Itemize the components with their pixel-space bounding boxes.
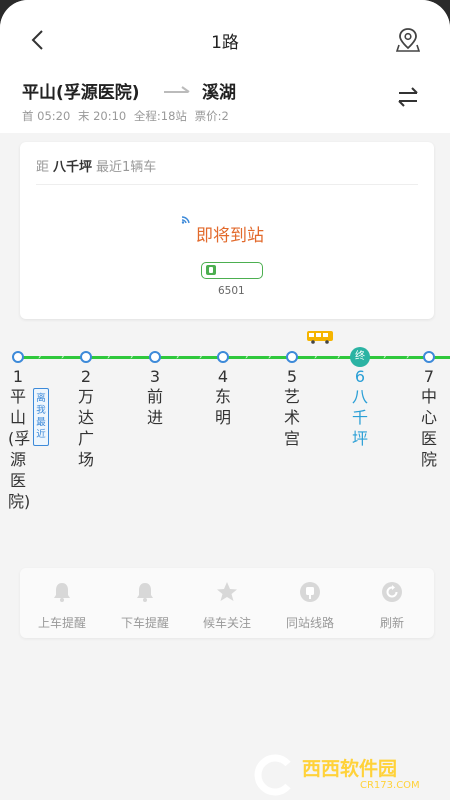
direction-chevron: › [406, 352, 410, 361]
watermark-c-icon [254, 754, 291, 796]
signal-icon [181, 216, 190, 224]
stop-number: 1 [12, 367, 24, 386]
stop-marker[interactable] [217, 351, 229, 363]
refresh-button[interactable]: 刷新 [357, 580, 427, 630]
direction-chevron: › [337, 352, 341, 361]
stop-name[interactable]: 艺术宫 [282, 386, 302, 449]
stop-name[interactable]: 平山(孚源医院) [8, 386, 30, 512]
board-reminder-button[interactable]: 上车提醒 [27, 580, 97, 630]
stop-number: 5 [286, 367, 298, 386]
stop-number: 3 [149, 367, 161, 386]
direction-chevron: › [383, 352, 387, 361]
stop-name[interactable]: 中心医院 [419, 386, 439, 470]
last-bus-time: 末 20:10 [77, 109, 127, 123]
watermark-logo: 西西软件园 CR173.COM [250, 750, 450, 800]
alight-reminder-button[interactable]: 下车提醒 [110, 580, 180, 630]
stop-marker[interactable] [80, 351, 92, 363]
fare: 票价:2 [194, 109, 229, 123]
direction-chevron: › [314, 352, 318, 361]
stop-name[interactable]: 万达广场 [76, 386, 96, 470]
route-destination: 溪湖 [202, 83, 236, 103]
bell-icon [54, 583, 70, 602]
app-screen: 1路 平山(孚源医院) 溪湖 首 05:20 末 20:10 全程:18站 票价… [0, 0, 450, 800]
alight-reminder-label: 下车提醒 [120, 616, 169, 630]
watermark-domain: CR173.COM [360, 780, 420, 791]
route-info: 首 05:20 末 20:10 全程:18站 票价:2 [22, 108, 233, 124]
bus-icon[interactable] [306, 330, 334, 344]
direction-chevron: › [107, 352, 111, 361]
route-origin: 平山(孚源医院) [22, 83, 140, 103]
arrival-status: 即将到站 [196, 226, 264, 246]
stop-marker[interactable] [12, 351, 24, 363]
direction-chevron: › [199, 352, 203, 361]
person-icon [206, 265, 216, 275]
navigation-bar: 1路 [0, 20, 450, 60]
stop-name[interactable]: 前进 [145, 386, 165, 428]
direction-chevron: › [38, 352, 42, 361]
refresh-icon [382, 582, 402, 602]
page-title: 1路 [211, 33, 239, 53]
watermark-brand: 西西软件园 [302, 758, 398, 780]
stop-name[interactable]: 八千坪 [350, 386, 370, 449]
stop-marker[interactable] [423, 351, 435, 363]
star-icon [217, 582, 237, 601]
stop-number: 6 [354, 367, 366, 386]
watch-label: 候车关注 [202, 616, 251, 630]
nearest-bus-text: 最近1辆车 [96, 160, 157, 175]
direction-chevron: › [130, 352, 134, 361]
refresh-label: 刷新 [379, 616, 404, 630]
direction-chevron: › [268, 352, 272, 361]
divider [36, 184, 418, 185]
bell-icon [137, 583, 153, 602]
total-stops: 全程:18站 [133, 109, 187, 123]
first-bus-time: 首 05:20 [22, 109, 71, 123]
stop-marker[interactable] [286, 351, 298, 363]
direction-chevron: › [245, 352, 249, 361]
stop-name[interactable]: 东明 [213, 386, 233, 428]
distance-prefix: 距 [36, 160, 50, 175]
bus-stop-icon [300, 582, 320, 602]
stop-number: 7 [423, 367, 435, 386]
route-direction: 平山(孚源医院) 溪湖 [22, 78, 322, 103]
arrival-card-header: 距八千坪 最近1辆车 [36, 156, 156, 175]
action-toolbar: 上车提醒 下车提醒 候车关注 同站线路 刷新 [20, 568, 434, 638]
direction-chevron: › [176, 352, 180, 361]
nearest-stop-tag: 离我最近 [33, 388, 49, 446]
target-station: 八千坪 [53, 160, 93, 175]
stop-number: 2 [80, 367, 92, 386]
swap-arrows-icon[interactable] [396, 86, 420, 108]
arrow-right-icon [164, 86, 190, 93]
watch-button[interactable]: 候车关注 [192, 580, 262, 630]
stop-marker[interactable]: 终 [350, 347, 370, 367]
same-stop-lines-label: 同站线路 [285, 616, 334, 630]
same-stop-lines-button[interactable]: 同站线路 [275, 580, 345, 630]
bus-capacity-badge [201, 262, 263, 279]
direction-chevron: › [61, 352, 65, 361]
bus-plate: 6501 [218, 285, 245, 297]
stop-number: 4 [217, 367, 229, 386]
stop-marker[interactable] [149, 351, 161, 363]
map-pin-icon[interactable] [396, 26, 420, 52]
board-reminder-label: 上车提醒 [37, 616, 86, 630]
